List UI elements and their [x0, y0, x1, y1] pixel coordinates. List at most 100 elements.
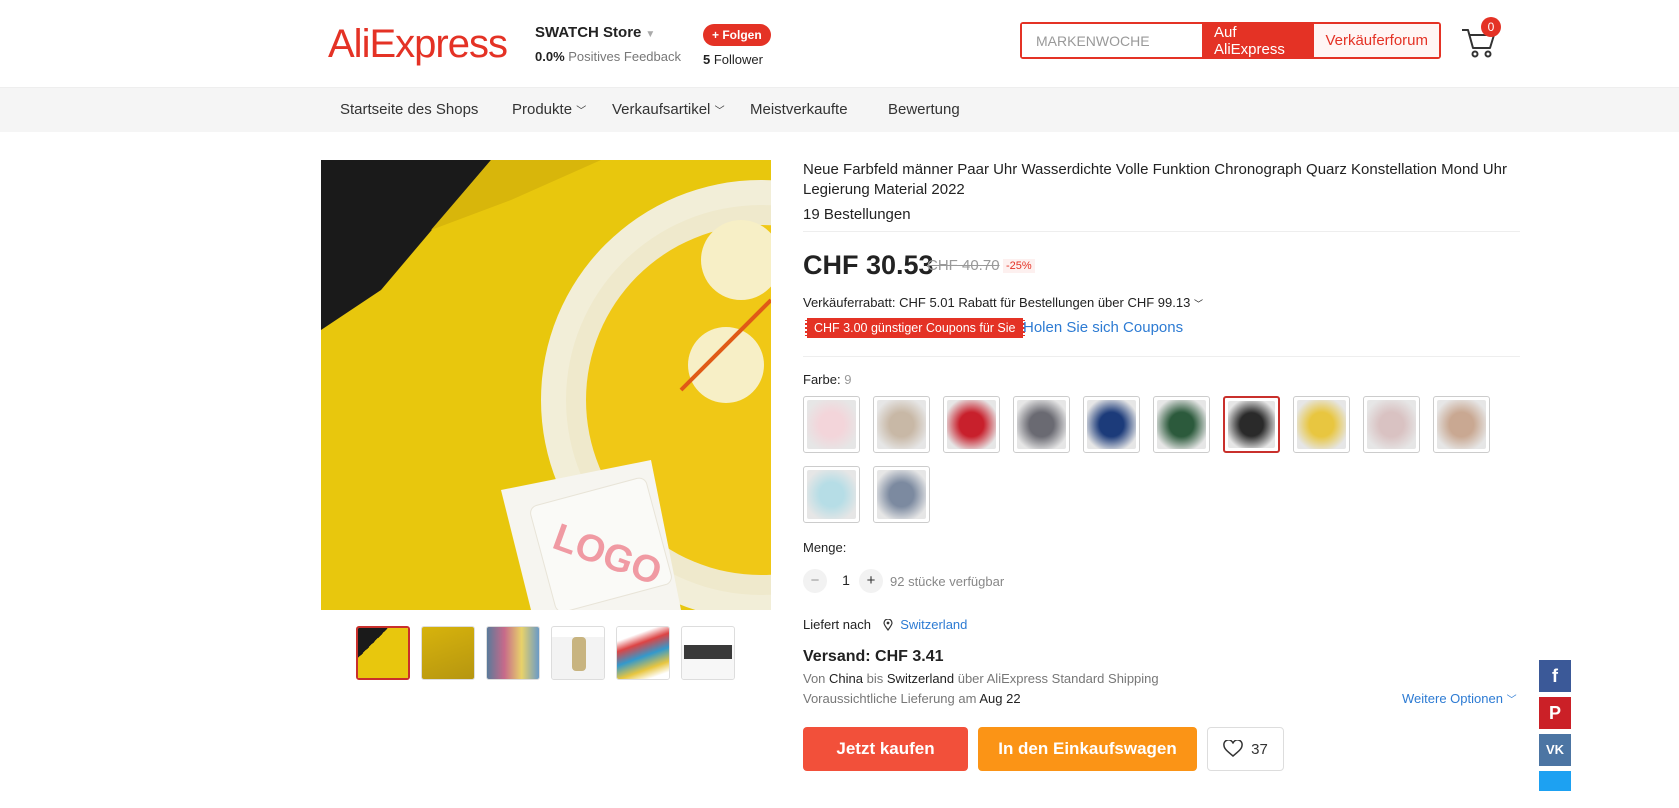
thumbnail[interactable]	[421, 626, 475, 680]
thumbnail[interactable]	[551, 626, 605, 680]
search-seller-forum-button[interactable]: Verkäuferforum	[1313, 24, 1439, 57]
more-options-link[interactable]: Weitere Optionen ﹀	[1402, 691, 1517, 706]
chevron-down-icon[interactable]: ▼	[645, 29, 655, 40]
add-to-cart-button[interactable]: In den Einkaufswagen	[978, 727, 1197, 771]
swatch-fill	[1367, 400, 1416, 449]
thumbnail[interactable]	[486, 626, 540, 680]
divider	[803, 231, 1520, 232]
search-aliexpress-button[interactable]: Auf AliExpress	[1202, 24, 1314, 58]
follower-count: 5 Follower	[703, 52, 771, 67]
swatch-fill	[877, 400, 926, 449]
discount-badge: -25%	[1003, 259, 1035, 273]
store-name-text[interactable]: SWATCH Store	[535, 24, 641, 41]
follow-button[interactable]: + Folgen	[703, 24, 771, 46]
chevron-down-icon[interactable]: ﹀	[1507, 695, 1517, 706]
color-count: 9	[844, 372, 852, 387]
store-feedback: 0.0% Positives Feedback	[535, 49, 681, 64]
color-swatch-selected[interactable]	[1223, 396, 1280, 453]
get-coupons-link[interactable]: Holen Sie sich Coupons	[1023, 319, 1183, 336]
thumbnail[interactable]	[616, 626, 670, 680]
color-swatch[interactable]	[1363, 396, 1420, 453]
thumbnail[interactable]	[356, 626, 410, 680]
color-swatch[interactable]	[1083, 396, 1140, 453]
decrease-button[interactable]: −	[803, 569, 827, 593]
ship-method: über AliExpress Standard Shipping	[957, 671, 1159, 686]
main-product-image[interactable]: LOGO	[321, 160, 771, 610]
seller-discount[interactable]: Verkäuferrabatt: CHF 5.01 Rabatt für Bes…	[803, 295, 1203, 310]
swatch-fill	[1157, 400, 1206, 449]
facebook-icon[interactable]: f	[1539, 660, 1571, 692]
heart-icon	[1223, 740, 1243, 757]
ship-to: Switzerland	[886, 671, 955, 686]
available-stock: 92 stücke verfügbar	[890, 574, 1005, 589]
feedback-value: 0.0%	[535, 49, 565, 64]
nav-products-label[interactable]: Produkte	[512, 101, 572, 118]
store-info: SWATCH Store ▼ 0.0% Positives Feedback	[535, 24, 681, 64]
follower-label: Follower	[713, 52, 763, 67]
ships-to-label: Liefert nach	[803, 617, 871, 632]
ship-to-prefix: bis	[866, 671, 884, 686]
quantity-label: Menge:	[803, 540, 847, 555]
ship-from: China	[829, 671, 864, 686]
location-pin-icon	[882, 619, 893, 631]
increase-button[interactable]: +	[859, 569, 883, 593]
color-swatch[interactable]	[943, 396, 1000, 453]
swatch-fill	[807, 470, 856, 519]
follow-area: + Folgen 5 Follower	[703, 24, 771, 67]
vk-icon[interactable]: VK	[1539, 734, 1571, 766]
swatch-fill	[1087, 400, 1136, 449]
cart-count-badge: 0	[1481, 17, 1501, 37]
product-price: CHF 30.53	[803, 250, 934, 280]
nav-store-home[interactable]: Startseite des Shops	[340, 101, 478, 118]
chevron-down-icon[interactable]: ﹀	[1194, 299, 1203, 309]
chevron-down-icon[interactable]: ﹀	[715, 106, 725, 117]
wishlist-button[interactable]: 37	[1207, 727, 1284, 771]
swatch-fill	[1297, 400, 1346, 449]
product-title: Neue Farbfeld männer Paar Uhr Wasserdich…	[803, 161, 1507, 198]
store-nav: Startseite des Shops Produkte ﹀ Verkaufs…	[0, 88, 1679, 132]
divider	[803, 356, 1520, 357]
search-input[interactable]	[1022, 24, 1202, 57]
chevron-down-icon[interactable]: ﹀	[576, 106, 586, 117]
follower-number: 5	[703, 52, 711, 67]
buy-now-button[interactable]: Jetzt kaufen	[803, 727, 968, 771]
nav-sale-items[interactable]: Verkaufsartikel ﹀	[612, 101, 725, 118]
nav-reviews[interactable]: Bewertung	[888, 101, 960, 118]
shipping-route: Von China bis Switzerland über AliExpres…	[803, 671, 1159, 686]
color-swatch[interactable]	[1153, 396, 1210, 453]
pinterest-icon[interactable]: P	[1539, 697, 1571, 729]
order-count: 19 Bestellungen	[803, 206, 911, 223]
seller-discount-text[interactable]: Verkäuferrabatt: CHF 5.01 Rabatt für Bes…	[803, 295, 1190, 310]
coupon-tag: CHF 3.00 günstiger Coupons für Sie	[805, 318, 1025, 338]
color-swatch[interactable]	[803, 466, 860, 523]
ships-to-country[interactable]: Switzerland	[900, 617, 967, 632]
color-swatch[interactable]	[803, 396, 860, 453]
twitter-icon[interactable]	[1539, 771, 1571, 791]
top-bar: AliExpress SWATCH Store ▼ 0.0% Positives …	[0, 0, 1679, 88]
shipping-cost: Versand: CHF 3.41	[803, 648, 944, 665]
color-swatch[interactable]	[873, 396, 930, 453]
nav-bestsellers[interactable]: Meistverkaufte	[750, 101, 848, 118]
swatch-fill	[877, 470, 926, 519]
quantity-value[interactable]: 1	[839, 572, 853, 588]
color-swatch[interactable]	[1433, 396, 1490, 453]
swatch-fill	[1437, 400, 1486, 449]
more-options-label[interactable]: Weitere Optionen	[1402, 691, 1503, 706]
delivery-estimate: Voraussichtliche Lieferung am Aug 22	[803, 691, 1021, 706]
color-swatch[interactable]	[873, 466, 930, 523]
color-label: Farbe: 9	[803, 372, 851, 387]
store-name[interactable]: SWATCH Store ▼	[535, 24, 681, 41]
original-price: CHF 40.70	[927, 257, 1000, 274]
aliexpress-logo[interactable]: AliExpress	[328, 22, 508, 67]
delivery-date: Aug 22	[979, 691, 1021, 706]
swatch-fill	[947, 400, 996, 449]
ships-to: Liefert nach Switzerland	[803, 617, 967, 632]
thumbnail[interactable]	[681, 626, 735, 680]
nav-products[interactable]: Produkte ﹀	[512, 101, 586, 118]
watch-image: LOGO	[321, 160, 771, 610]
color-swatch[interactable]	[1293, 396, 1350, 453]
feedback-label: Positives Feedback	[568, 49, 681, 64]
color-swatch[interactable]	[1013, 396, 1070, 453]
nav-sale-items-label[interactable]: Verkaufsartikel	[612, 101, 710, 118]
swatch-fill	[807, 400, 856, 449]
